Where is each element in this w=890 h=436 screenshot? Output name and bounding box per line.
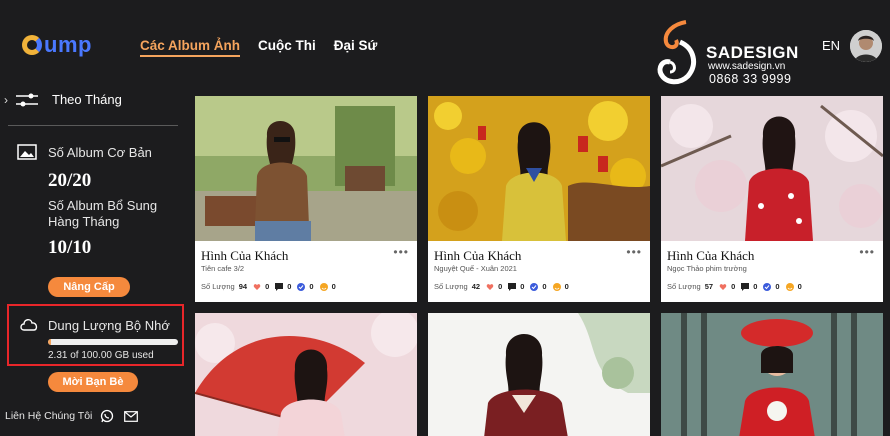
check-icon [763,282,772,291]
count-label: Số Lượng [434,282,468,291]
emoji-count: 0 [331,282,336,291]
heart-icon [253,283,261,290]
album-stats: Số Lượng 94 0 0 0 0 [201,282,342,291]
language-switch[interactable]: EN [822,38,840,53]
album-card[interactable] [195,313,417,436]
gump-logo[interactable]: ump [22,32,92,58]
like-count: 0 [731,282,736,291]
image-icon [17,144,37,160]
album-stats: Số Lượng 57 0 0 0 0 [667,282,808,291]
album-cover-image[interactable] [428,96,650,241]
album-cover-image[interactable] [195,313,417,436]
contact-us-link[interactable]: Liên Hệ Chúng Tôi [5,410,92,422]
logo-text: ump [44,32,92,57]
sadesign-logo-icon [657,20,697,85]
invite-friends-button[interactable]: Mời Bạn Bè [48,372,138,392]
comment-icon [508,282,517,291]
like-count: 0 [265,282,270,291]
nav-ambassadors[interactable]: Đại Sứ [334,38,378,57]
brand-name: SADESIGN [706,43,799,62]
filter-month-label: Theo Tháng [52,92,122,107]
storage-progress-bar [48,339,178,345]
count-label: Số Lượng [201,282,235,291]
photo-count: 42 [471,282,481,291]
album-title: Hình Của Khách [667,248,755,263]
check-count: 0 [775,282,780,291]
album-title: Hình Của Khách [201,248,289,263]
basic-album-label: Số Album Cơ Bản [48,145,152,160]
emoji-icon [785,282,794,291]
storage-usage-text: 2.31 of 100.00 GB used [48,350,154,361]
filter-month[interactable]: › Theo Tháng [4,92,122,107]
album-stats: Số Lượng 42 0 0 0 0 [434,282,575,291]
more-options-icon[interactable]: ••• [393,245,409,259]
album-cover-image[interactable] [195,96,417,241]
album-card[interactable] [661,313,883,436]
nav-contests[interactable]: Cuộc Thi [258,38,316,57]
check-icon [530,282,539,291]
album-cover-image[interactable] [661,313,883,436]
mail-icon[interactable] [124,411,138,422]
album-subtitle: Nguyệt Quế - Xuân 2021 [434,264,517,273]
album-card[interactable]: Hình Của Khách Ngọc Thảo phim trường •••… [661,96,883,302]
check-count: 0 [542,282,547,291]
top-header: ump Các Album Ảnh Cuộc Thi Đại Sứ SADESI… [0,0,890,90]
basic-album-count: 20/20 [48,170,92,191]
photo-count: 94 [238,282,248,291]
more-options-icon[interactable]: ••• [626,245,642,259]
storage-progress-fill [48,339,51,345]
check-icon [297,282,306,291]
comment-icon [275,282,284,291]
storage-panel: Dung Lượng Bộ Nhớ 2.31 of 100.00 GB used [7,304,184,366]
main-nav: Các Album Ảnh Cuộc Thi Đại Sứ [140,38,377,57]
sadesign-brand: SADESIGN www.sadesign.vn 0868 33 9999 [656,18,806,88]
extra-album-label: Số Album Bổ Sung Hàng Tháng [48,198,158,229]
avatar-image [850,30,882,62]
count-label: Số Lượng [667,282,701,291]
album-subtitle: Tiên cafe 3/2 [201,264,245,273]
comment-count: 0 [520,282,525,291]
emoji-count: 0 [797,282,802,291]
logo-mark-icon [22,35,42,55]
comment-icon [741,282,750,291]
comment-count: 0 [753,282,758,291]
sliders-icon [16,93,38,106]
upgrade-button[interactable]: Nâng Cấp [48,277,130,297]
sidebar: › Theo Tháng Số Album Cơ Bản 20/20 Số Al… [0,82,190,436]
emoji-count: 0 [564,282,569,291]
album-cover-image[interactable] [661,96,883,241]
check-count: 0 [309,282,314,291]
emoji-icon [319,282,328,291]
album-card[interactable] [428,313,650,436]
album-title: Hình Của Khách [434,248,522,263]
heart-icon [486,283,494,290]
heart-icon [719,283,727,290]
photo-count: 57 [704,282,714,291]
emoji-icon [552,282,561,291]
nav-albums[interactable]: Các Album Ảnh [140,38,241,57]
more-options-icon[interactable]: ••• [859,245,875,259]
brand-phone: 0868 33 9999 [709,72,792,86]
album-cover-image[interactable] [428,313,650,436]
sidebar-divider [8,125,178,126]
album-subtitle: Ngọc Thảo phim trường [667,264,747,273]
cloud-icon [20,319,38,331]
extra-album-count: 10/10 [48,237,92,258]
user-avatar[interactable] [850,30,882,62]
album-card[interactable]: Hình Của Khách Tiên cafe 3/2 ••• Số Lượn… [195,96,417,302]
album-card[interactable]: Hình Của Khách Nguyệt Quế - Xuân 2021 ••… [428,96,650,302]
brand-url: www.sadesign.vn [708,61,786,72]
chevron-right-icon: › [4,92,8,107]
comment-count: 0 [287,282,292,291]
whatsapp-icon[interactable] [100,409,114,423]
storage-title: Dung Lượng Bộ Nhớ [48,318,170,333]
like-count: 0 [498,282,503,291]
